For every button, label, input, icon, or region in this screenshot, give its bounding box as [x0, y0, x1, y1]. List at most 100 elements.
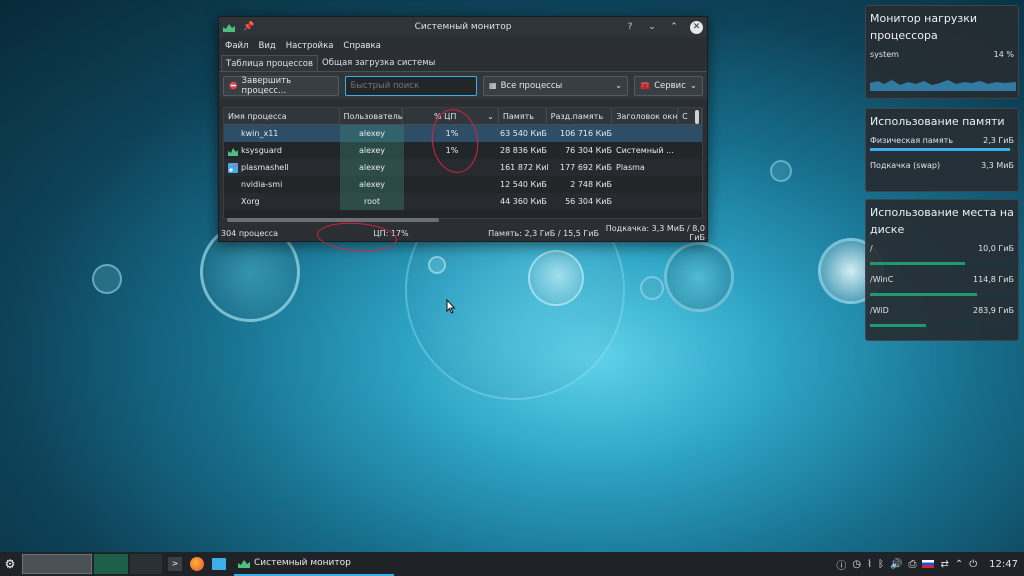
chevron-down-icon: ⌄ [615, 80, 623, 91]
attachment-icon[interactable]: ⌇ [867, 559, 872, 570]
widget-row: Физическая память 2,3 ГиБ [870, 136, 1014, 145]
process-shared-memory: 106 716 КиБ [560, 129, 612, 138]
network-icon[interactable]: ⇄ [940, 559, 948, 570]
cpu-label: system [870, 50, 899, 59]
col-window-title[interactable]: Заголовок окна [612, 108, 679, 124]
process-name: plasmashell [241, 163, 289, 172]
bg-bubble [770, 160, 792, 182]
disk-label: / [870, 244, 873, 253]
process-memory: 28 836 КиБ [500, 146, 547, 155]
disk-value: 10,0 ГиБ [978, 244, 1014, 253]
minimize-button[interactable]: ⌄ [646, 22, 658, 32]
col-memory[interactable]: Память [499, 108, 547, 124]
cpu-load-widget: Монитор нагрузки процессора system 14 % [865, 5, 1019, 99]
table-row[interactable]: Xorg root 44 360 КиБ 56 304 КиБ [224, 193, 702, 210]
titlebar: 📌 Системный монитор ? ⌄ ⌃ ✕ [219, 17, 707, 37]
process-filter-label: Все процессы [500, 80, 563, 91]
physical-memory-value: 2,3 ГиБ [983, 136, 1014, 145]
horizontal-scrollbar[interactable] [227, 218, 439, 222]
task-label: Системный монитор [254, 558, 351, 568]
quick-search-input[interactable] [345, 75, 477, 96]
process-name: Xorg [241, 197, 260, 206]
tabbar: Таблица процессов Общая загрузка системы [221, 55, 707, 71]
bg-bubble [528, 250, 584, 306]
clock-icon[interactable]: ◷ [852, 559, 861, 570]
swap-value: 3,3 МиБ [981, 161, 1014, 170]
mouse-cursor-icon [446, 299, 456, 314]
tools-button[interactable]: 🧰 Сервис ⌄ [634, 75, 703, 96]
col-shared-memory[interactable]: Разд.память [547, 108, 613, 124]
system-monitor-window: 📌 Системный монитор ? ⌄ ⌃ ✕ Файл Вид Нас… [218, 16, 708, 254]
maximize-button[interactable]: ⌃ [668, 22, 680, 32]
volume-icon[interactable]: 🔊 [890, 559, 902, 570]
app-icon [223, 24, 235, 32]
process-filter-select[interactable]: ▦ Все процессы ⌄ [483, 75, 629, 96]
process-shared-memory: 76 304 КиБ [565, 146, 612, 155]
taskbar: ⚙ > Системный монитор ⓘ ◷ ⌇ ᛒ 🔊 ⎙ ⇄ ⌃ ⏻ … [0, 552, 1024, 576]
kill-process-button[interactable]: Завершить процесс... [223, 75, 340, 96]
widget-row: /WinC 114,8 ГиБ [870, 275, 1014, 284]
cpu-graph [870, 80, 1016, 91]
help-button[interactable]: ? [624, 22, 636, 32]
app-icon [238, 560, 250, 568]
toolbar: Завершить процесс... ▦ Все процессы ⌄ 🧰 … [219, 71, 707, 99]
pager-desktop-2[interactable] [94, 554, 128, 574]
close-button[interactable]: ✕ [690, 20, 703, 34]
process-window-title: Системный ... [616, 146, 674, 155]
process-count: 304 процесса [221, 228, 279, 238]
ksysguard-icon [228, 147, 238, 156]
pin-icon[interactable]: 📌 [243, 22, 254, 32]
menu-view[interactable]: Вид [258, 41, 275, 51]
process-memory: 63 540 КиБ [500, 129, 547, 138]
pager-desktop-1[interactable] [22, 554, 92, 574]
process-memory: 44 360 КиБ [500, 197, 547, 206]
task-system-monitor[interactable]: Системный монитор [234, 552, 394, 576]
keyboard-layout-flag-icon[interactable] [922, 560, 935, 568]
table-row[interactable]: nvidia-smi alexey 12 540 КиБ 2 748 КиБ [224, 176, 702, 193]
process-user: alexey [340, 159, 404, 176]
tab-process-table[interactable]: Таблица процессов [221, 55, 319, 71]
memory-widget: Использование памяти Физическая память 2… [865, 108, 1019, 192]
process-icon [228, 129, 238, 139]
plasma-icon [228, 162, 238, 173]
swap-usage: Подкачка: 3,3 МиБ / 8,0 ГиБ [605, 224, 705, 242]
menu-file[interactable]: Файл [225, 41, 248, 51]
bg-bubble [428, 256, 446, 274]
disk-label: /WiD [870, 306, 889, 315]
menubar: Файл Вид Настройка Справка [219, 37, 707, 55]
firefox-icon[interactable] [190, 557, 204, 571]
col-name[interactable]: Имя процесса [224, 108, 340, 124]
kill-process-label: Завершить процесс... [241, 75, 292, 96]
disk-value: 114,8 ГиБ [972, 275, 1014, 284]
file-manager-icon[interactable] [212, 558, 226, 570]
info-icon[interactable]: ⓘ [836, 557, 846, 572]
menu-settings[interactable]: Настройка [286, 41, 334, 51]
physical-memory-label: Физическая память [870, 136, 954, 145]
process-name: kwin_x11 [241, 129, 279, 138]
process-user: alexey [340, 125, 404, 142]
process-user: root [340, 193, 404, 210]
process-icon [228, 180, 238, 190]
tray-expand-icon[interactable]: ⌃ [955, 559, 963, 570]
bg-bubble [664, 242, 734, 312]
bluetooth-icon[interactable]: ᛒ [878, 559, 884, 570]
clock[interactable]: 12:47 [989, 559, 1018, 570]
terminal-icon[interactable]: > [168, 557, 182, 571]
widget-row: /WiD 283,9 ГиБ [870, 306, 1014, 315]
col-user[interactable]: Пользователь [340, 108, 404, 124]
app-launcher-icon[interactable]: ⚙ [0, 557, 20, 571]
process-user: alexey [340, 176, 404, 193]
process-icon [228, 197, 238, 207]
widget-title: Использование памяти [870, 115, 1005, 128]
tab-system-load[interactable]: Общая загрузка системы [318, 55, 439, 71]
printer-icon[interactable]: ⎙ [908, 559, 916, 570]
process-name: nvidia-smi [241, 180, 283, 189]
grid-icon: ▦ [489, 81, 497, 90]
process-user: alexey [340, 142, 404, 159]
vertical-scrollbar[interactable] [695, 110, 699, 124]
power-icon[interactable]: ⏻ [969, 559, 977, 570]
process-name: ksysguard [241, 146, 282, 155]
pager-desktop-3[interactable] [130, 554, 162, 574]
process-shared-memory: 2 748 КиБ [570, 180, 612, 189]
menu-help[interactable]: Справка [343, 41, 380, 51]
